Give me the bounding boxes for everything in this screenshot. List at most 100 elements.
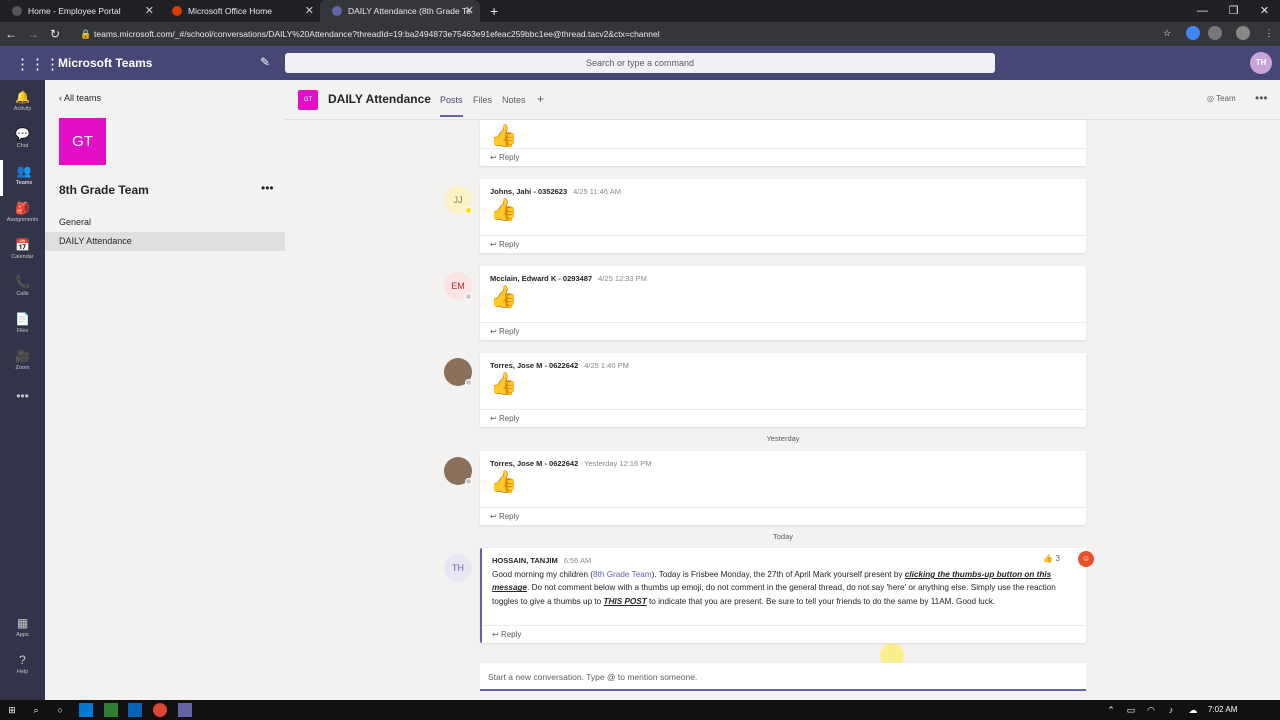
eye-icon: ◎ (1207, 94, 1217, 103)
post-author: Torres, Jose M - 0622642 4/25 1:40 PM (490, 361, 629, 370)
address-bar-row: ← → ↻ 🔒 teams.microsoft.com/_#/school/co… (0, 22, 1280, 46)
new-tab-button[interactable]: + (480, 0, 508, 22)
presence-icon (465, 293, 472, 300)
rail-item-more[interactable]: ••• (0, 385, 45, 421)
reaction-picker-icon[interactable]: ☺ (1078, 551, 1094, 567)
minimize-icon[interactable]: — (1187, 0, 1218, 22)
taskbar: ⊞ ⌕ ○ ⌃ ▭ ◠ ♪ ☁ 7:02 AM (0, 700, 1280, 720)
post-time: 4/25 1:40 PM (584, 361, 629, 370)
volume-icon[interactable]: ♪ (1164, 703, 1178, 717)
post-card: Mcclain, Edward K - 0293487 4/25 12:33 PM… (480, 266, 1086, 340)
team-avatar: GT (59, 118, 106, 165)
header-more-icon[interactable]: ••• (1255, 91, 1268, 105)
channel-title: DAILY Attendance (328, 92, 431, 106)
channel-team-icon: GT (298, 90, 318, 110)
reply-button[interactable]: ↩ Reply (480, 409, 1086, 427)
wifi-icon[interactable]: ◠ (1144, 703, 1158, 717)
mail-app-icon[interactable] (79, 703, 93, 717)
search-icon[interactable]: ⌕ (29, 703, 43, 717)
rail-item-chat[interactable]: 💬 Chat (0, 123, 45, 159)
assignments-icon: 🎒 (15, 201, 30, 215)
tab-notes[interactable]: Notes (502, 95, 526, 105)
all-teams-link[interactable]: ‹ All teams (59, 93, 101, 103)
extension-icon[interactable] (1236, 26, 1250, 40)
post-time: 6:56 AM (563, 556, 592, 565)
new-conversation-input[interactable]: Start a new conversation. Type @ to ment… (480, 663, 1086, 691)
post-time: Yesterday 12:16 PM (584, 459, 652, 468)
app-icon[interactable] (104, 703, 118, 717)
browser-tab-daily-attendance[interactable]: DAILY Attendance (8th Grade Te ✕ (320, 0, 480, 22)
thumbs-up-icon: 👍 (490, 469, 518, 494)
teams-favicon-icon (332, 6, 342, 16)
teams-taskbar-icon[interactable] (178, 703, 192, 717)
rail-item-calendar[interactable]: 📅 Calendar (0, 234, 45, 270)
team-more-icon[interactable]: ••• (261, 181, 274, 195)
channel-general[interactable]: General (45, 213, 285, 232)
rail-item-assignments[interactable]: 🎒 Assignments (0, 197, 45, 233)
rail-item-activity[interactable]: 🔔 Activity (0, 86, 45, 122)
reply-button[interactable]: ↩ Reply (480, 507, 1086, 525)
back-arrow-icon[interactable]: ← (0, 27, 22, 41)
task-view-icon[interactable]: ○ (53, 703, 67, 717)
reply-button[interactable]: ↩ Reply (480, 235, 1086, 253)
post-author: Torres, Jose M - 0622642 Yesterday 12:16 … (490, 459, 652, 468)
browser-tab-employee-portal[interactable]: Home - Employee Portal ✕ (0, 0, 160, 22)
rail-item-calls[interactable]: 📞 Calls (0, 271, 45, 307)
rail-item-files[interactable]: 📄 Files (0, 308, 45, 344)
url-field[interactable]: 🔒 teams.microsoft.com/_#/school/conversa… (78, 25, 1178, 43)
tab-posts[interactable]: Posts (440, 95, 463, 117)
restore-icon[interactable]: ❐ (1218, 0, 1249, 22)
post-time: 4/25 12:33 PM (598, 274, 647, 283)
battery-icon[interactable]: ▭ (1124, 703, 1138, 717)
tab-close-icon[interactable]: ✕ (305, 4, 314, 17)
date-separator: Yesterday (766, 434, 800, 443)
channel-daily-attendance[interactable]: DAILY Attendance (45, 232, 285, 251)
extension-icon[interactable] (1186, 26, 1200, 40)
message-body: Good morning my children (8th Grade Team… (492, 570, 1056, 606)
onedrive-icon[interactable]: ☁ (1186, 703, 1200, 717)
menu-icon[interactable]: ⋮ (1262, 26, 1276, 40)
reload-icon[interactable]: ↻ (44, 27, 66, 41)
rail-item-help[interactable]: ? Help (0, 649, 45, 685)
windows-start-icon[interactable]: ⊞ (5, 703, 19, 717)
chrome-icon[interactable] (153, 703, 167, 717)
extension-icon[interactable] (1208, 26, 1222, 40)
tab-close-icon[interactable]: ✕ (465, 4, 474, 17)
new-chat-icon[interactable]: ✎ (260, 55, 270, 69)
search-input[interactable]: Search or type a command (285, 53, 995, 73)
avatar (444, 358, 472, 386)
forward-arrow-icon[interactable]: → (22, 27, 44, 41)
close-window-icon[interactable]: ✕ (1249, 0, 1280, 22)
post-card: Johns, Jahi - 0352623 4/25 11:46 AM 👍 ↩ R… (480, 179, 1086, 253)
portal-favicon-icon (12, 6, 22, 16)
outlook-icon[interactable] (128, 703, 142, 717)
reaction-count[interactable]: 👍 3 (1043, 554, 1060, 563)
rail-item-teams[interactable]: 👥 Teams (0, 160, 45, 196)
office-favicon-icon (172, 6, 182, 16)
more-icon: ••• (16, 389, 29, 403)
tray-chevron-icon[interactable]: ⌃ (1104, 703, 1118, 717)
reply-button[interactable]: ↩ Reply (482, 625, 1086, 643)
user-avatar[interactable]: TH (1250, 52, 1272, 74)
presence-icon (465, 478, 472, 485)
reply-button[interactable]: ↩ Reply (480, 148, 1086, 166)
bookmark-star-icon[interactable]: ☆ (1160, 26, 1174, 40)
avatar: TH (444, 554, 472, 582)
tab-close-icon[interactable]: ✕ (145, 4, 154, 17)
team-mention-link[interactable]: 8th Grade Team (593, 570, 652, 579)
avatar: JJ (444, 186, 472, 214)
browser-tab-office-home[interactable]: Microsoft Office Home ✕ (160, 0, 320, 22)
tab-files[interactable]: Files (473, 95, 492, 105)
taskbar-clock: 7:02 AM (1208, 705, 1238, 714)
reply-arrow-icon: ↩ (490, 240, 499, 249)
rail-item-apps[interactable]: ▦ Apps (0, 612, 45, 648)
phone-icon: 📞 (15, 275, 30, 289)
app-launcher-icon[interactable]: ⋮⋮⋮ (15, 55, 60, 73)
team-button[interactable]: ◎ Team (1207, 94, 1236, 103)
browser-tabstrip: Home - Employee Portal ✕ Microsoft Offic… (0, 0, 1280, 22)
rail-item-zoom[interactable]: 🎥 Zoom (0, 345, 45, 381)
add-tab-icon[interactable]: + (537, 92, 544, 106)
announcement-card: HOSSAIN, TANJIM 6:56 AM Good morning my c… (480, 548, 1094, 643)
app-rail: 🔔 Activity 💬 Chat 👥 Teams 🎒 Assignments 📅 Cal… (0, 80, 45, 700)
reply-button[interactable]: ↩ Reply (480, 322, 1086, 340)
